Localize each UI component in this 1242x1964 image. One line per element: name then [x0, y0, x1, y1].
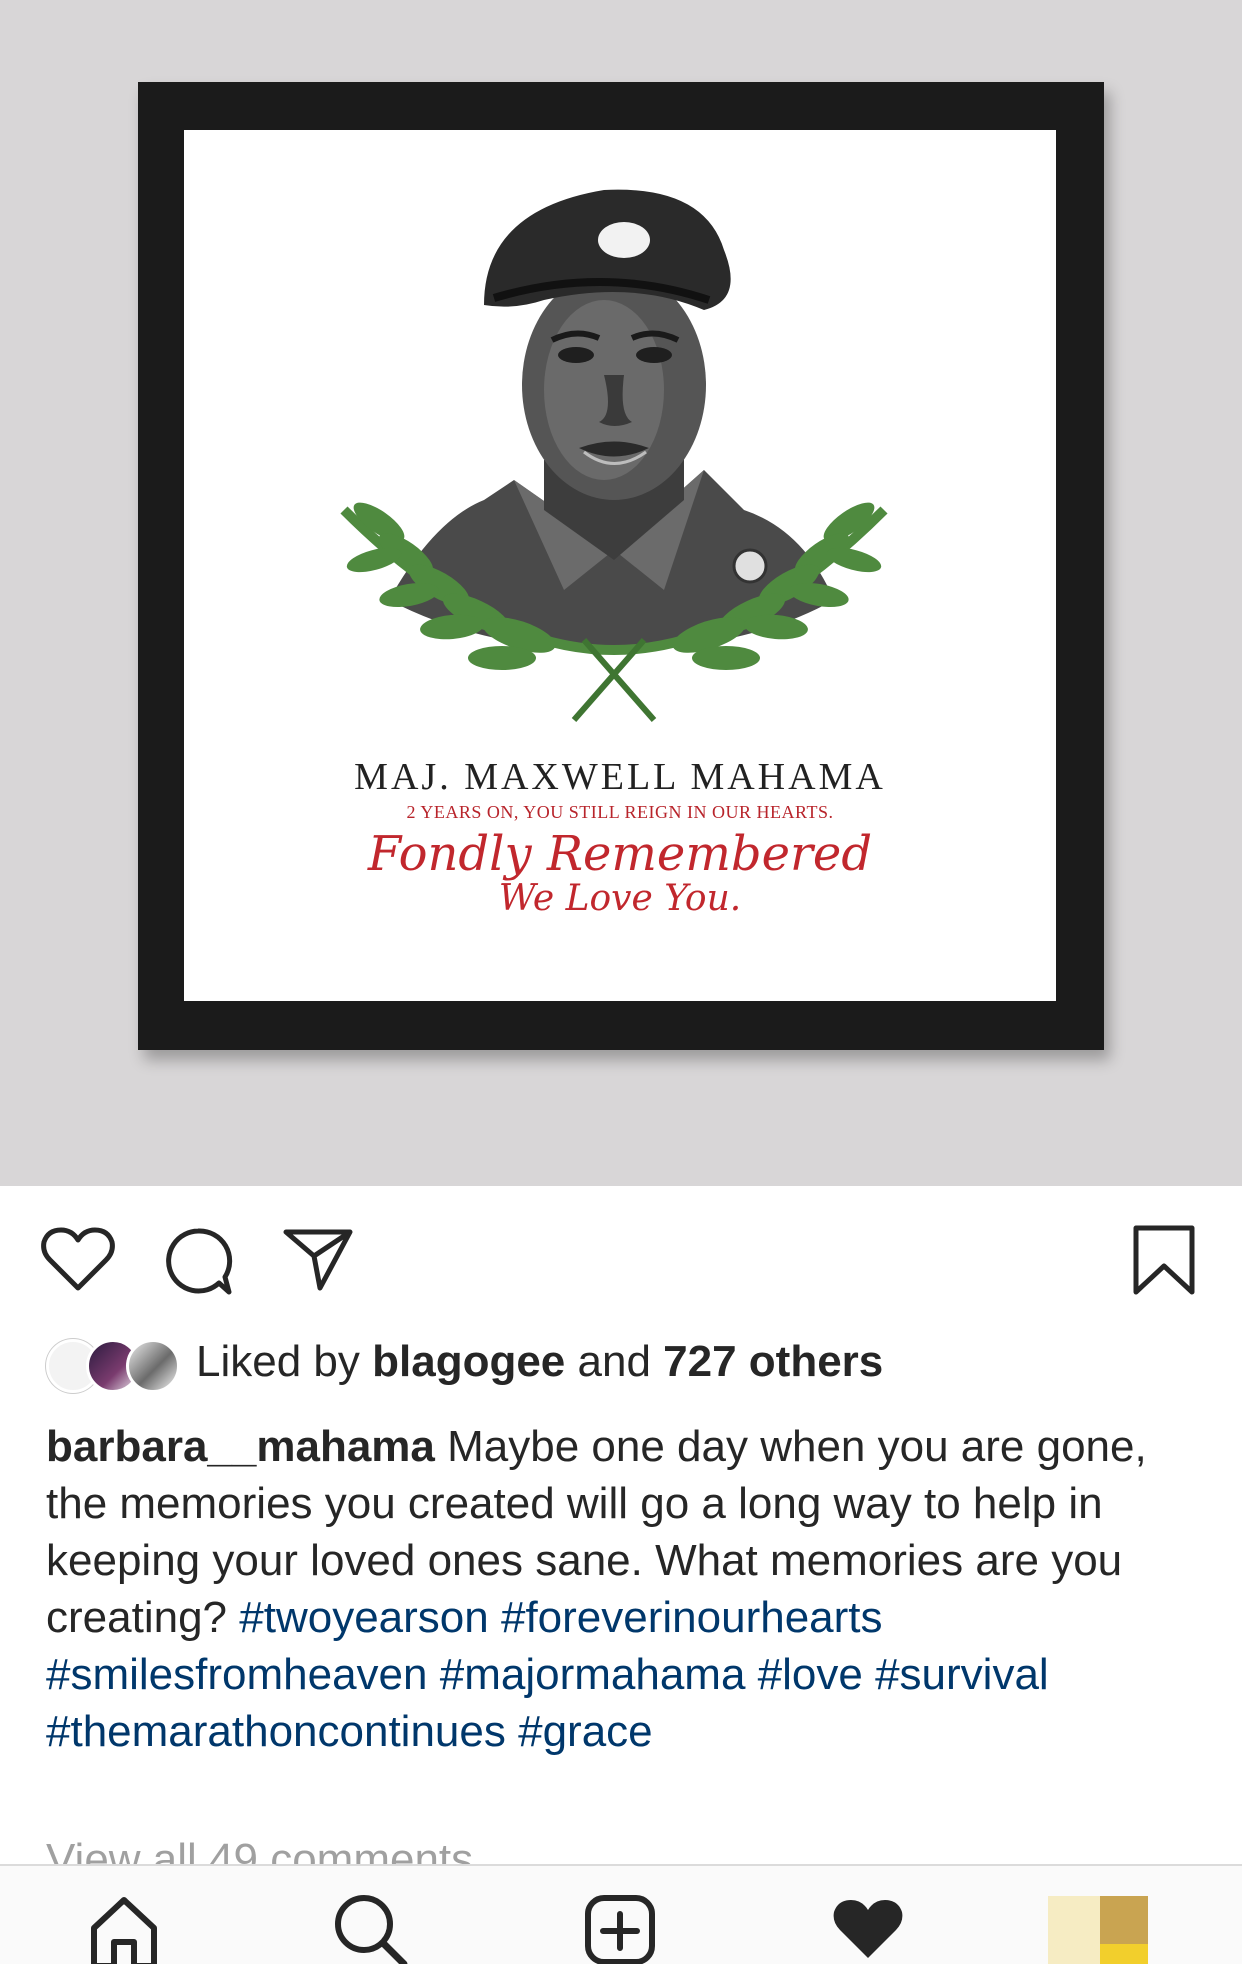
hashtag-link[interactable]: #survival: [875, 1650, 1049, 1699]
heart-outline-icon[interactable]: [40, 1226, 116, 1292]
paper-plane-icon[interactable]: [282, 1226, 354, 1292]
profile-thumb-left: [1048, 1896, 1100, 1964]
hashtag-link[interactable]: #love: [758, 1650, 863, 1699]
comment-bubble-icon[interactable]: [163, 1226, 233, 1296]
hashtag-link[interactable]: #twoyearson: [239, 1593, 488, 1642]
liker-avatars[interactable]: [46, 1337, 180, 1394]
memorial-name: MAJ. MAXWELL MAHAMA: [354, 756, 886, 798]
profile-thumb-accent: [1100, 1944, 1148, 1964]
post-image[interactable]: MAJ. MAXWELL MAHAMA 2 YEARS ON, YOU STIL…: [0, 0, 1242, 1186]
hashtag-link[interactable]: #themarathoncontinues: [46, 1707, 506, 1756]
home-icon[interactable]: [88, 1894, 160, 1964]
caption-username-link[interactable]: barbara__mahama: [46, 1422, 435, 1471]
picture-frame: MAJ. MAXWELL MAHAMA 2 YEARS ON, YOU STIL…: [138, 82, 1104, 1050]
post-caption: barbara__mahama Maybe one day when you a…: [46, 1418, 1206, 1760]
memorial-script-line1: Fondly Remembered: [367, 826, 873, 882]
likes-prefix: Liked by: [196, 1337, 360, 1386]
avatar: [126, 1339, 180, 1394]
hashtag-link[interactable]: #smilesfromheaven: [46, 1650, 428, 1699]
new-post-icon[interactable]: [584, 1894, 656, 1964]
hashtag-link[interactable]: #foreverinourhearts: [501, 1593, 883, 1642]
likes-count-link[interactable]: 727 others: [663, 1337, 883, 1386]
post-action-bar: [0, 1186, 1242, 1326]
bottom-tab-bar: [0, 1864, 1242, 1964]
activity-heart-icon[interactable]: [830, 1896, 906, 1962]
view-all-comments-link[interactable]: View all 49 comments: [46, 1830, 473, 1866]
search-icon[interactable]: [332, 1892, 408, 1964]
likes-connector: and: [577, 1337, 651, 1386]
liker-username-link[interactable]: blagogee: [372, 1337, 565, 1386]
hashtag-link[interactable]: #grace: [518, 1707, 653, 1756]
memorial-artwork: MAJ. MAXWELL MAHAMA 2 YEARS ON, YOU STIL…: [184, 130, 1056, 1001]
hashtag-link[interactable]: #majormahama: [440, 1650, 746, 1699]
memorial-script-line2: We Love You.: [498, 878, 742, 919]
profile-avatar[interactable]: [1048, 1896, 1148, 1964]
likes-summary[interactable]: Liked by blagogee and 727 others: [46, 1332, 883, 1394]
memorial-subtitle: 2 YEARS ON, YOU STILL REIGN IN OUR HEART…: [406, 802, 834, 822]
bookmark-icon[interactable]: [1132, 1224, 1196, 1296]
